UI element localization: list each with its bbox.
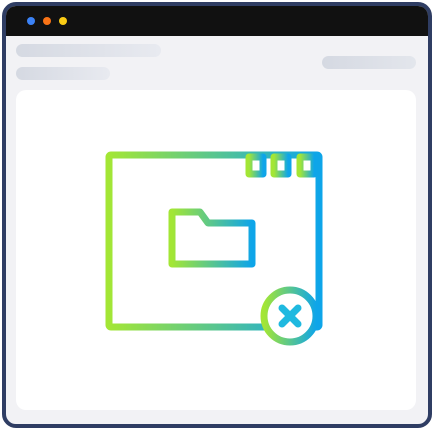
window-control-yellow[interactable] bbox=[59, 17, 67, 25]
window-control-orange[interactable] bbox=[43, 17, 51, 25]
loading-placeholder-title bbox=[16, 44, 161, 57]
title-square-2 bbox=[270, 153, 292, 178]
loading-placeholder-subtitle bbox=[16, 67, 110, 80]
folder-icon bbox=[168, 208, 256, 268]
title-square-1 bbox=[245, 153, 267, 178]
window-with-folder-error-icon bbox=[105, 151, 323, 346]
window-control-blue[interactable] bbox=[27, 17, 35, 25]
loading-placeholder-action bbox=[322, 56, 416, 69]
title-bar bbox=[6, 6, 428, 36]
title-square-3 bbox=[296, 153, 318, 178]
